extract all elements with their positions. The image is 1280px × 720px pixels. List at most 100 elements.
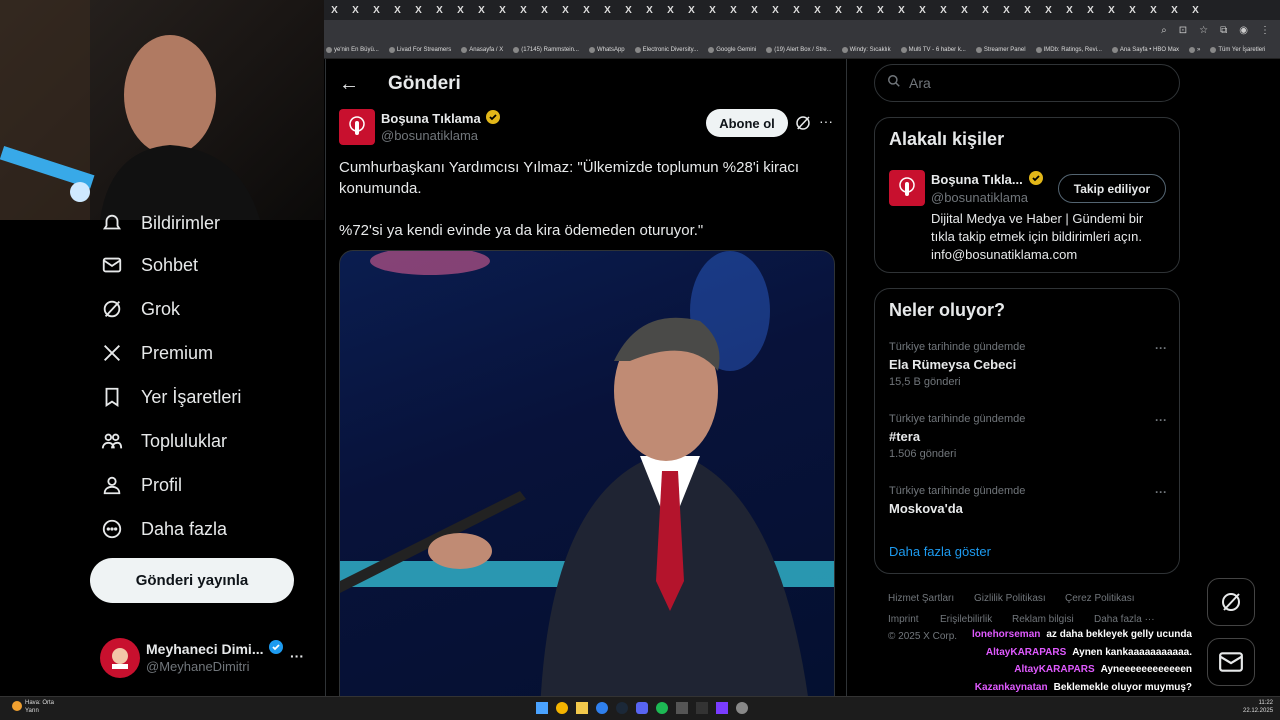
sidebar-item-grok[interactable]: Grok: [100, 297, 180, 321]
related-avatar[interactable]: [889, 170, 925, 206]
sidebar-item-profile[interactable]: Profil: [100, 473, 182, 497]
footer-terms[interactable]: Hizmet Şartları: [888, 593, 954, 604]
footer-cookies[interactable]: Çerez Politikası: [1065, 593, 1134, 604]
trend-item[interactable]: Türkiye tarihinde gündemde #tera 1.506 g…: [889, 413, 1169, 460]
browser-tab[interactable]: X: [870, 5, 891, 16]
profile-icon[interactable]: ◉: [1239, 25, 1248, 36]
show-more-link[interactable]: Daha fazla göster: [889, 544, 991, 559]
back-arrow-icon[interactable]: ←: [339, 73, 359, 96]
app-icon[interactable]: [676, 702, 688, 714]
trend-more-icon[interactable]: ···: [1155, 341, 1167, 355]
account-menu-button[interactable]: ···: [290, 648, 304, 664]
browser-tab[interactable]: X: [513, 5, 534, 16]
following-button[interactable]: Takip ediliyor: [1058, 174, 1166, 203]
bookmark-item[interactable]: WhatsApp: [588, 46, 625, 53]
related-name-row[interactable]: Boşuna Tıkla...: [931, 171, 1043, 188]
bookmark-item[interactable]: Multi TV - 6 haber k...: [900, 46, 966, 53]
browser-tab[interactable]: X: [1185, 5, 1206, 16]
app-icon[interactable]: [716, 702, 728, 714]
browser-tab[interactable]: X: [765, 5, 786, 16]
trend-more-icon[interactable]: ···: [1155, 413, 1167, 427]
grok-fab[interactable]: [1207, 578, 1255, 626]
discord-icon[interactable]: [636, 702, 648, 714]
bookmark-item[interactable]: Google Gemini: [708, 46, 756, 53]
weather-widget[interactable]: Hava: Orta Yarın: [25, 699, 54, 715]
post-button[interactable]: Gönderi yayınla: [90, 558, 294, 603]
browser-tab[interactable]: X: [387, 5, 408, 16]
browser-tab[interactable]: X: [408, 5, 429, 16]
obs-icon[interactable]: [736, 702, 748, 714]
footer-imprint[interactable]: Imprint: [888, 614, 919, 625]
browser-tab[interactable]: X: [597, 5, 618, 16]
account-name-row[interactable]: Meyhaneci Dimi...: [146, 640, 284, 657]
footer-more[interactable]: Daha fazla ···: [1094, 614, 1155, 625]
footer-accessibility[interactable]: Erişilebilirlik: [940, 614, 992, 625]
install-icon[interactable]: ⊡: [1179, 25, 1187, 36]
trend-item[interactable]: Türkiye tarihinde gündemde Ela Rümeysa C…: [889, 341, 1169, 388]
browser-tab[interactable]: X: [786, 5, 807, 16]
browser-tab[interactable]: X: [429, 5, 450, 16]
bookmark-item[interactable]: IMDb: Ratings, Revi...: [1035, 46, 1102, 53]
bookmark-item[interactable]: ye'nin En Büyü...: [326, 46, 379, 53]
footer-privacy[interactable]: Gizlilik Politikası: [974, 593, 1046, 604]
sidebar-item-more[interactable]: Daha fazla: [100, 517, 227, 541]
bookmark-item[interactable]: (17145) Rammstein...: [513, 46, 579, 53]
browser-tab[interactable]: X: [1122, 5, 1143, 16]
app-icon[interactable]: [596, 702, 608, 714]
spotify-icon[interactable]: [656, 702, 668, 714]
browser-tab[interactable]: X: [807, 5, 828, 16]
browser-tab[interactable]: X: [933, 5, 954, 16]
browser-tab[interactable]: X: [345, 5, 366, 16]
browser-tab[interactable]: X: [660, 5, 681, 16]
author-name-row[interactable]: Boşuna Tıklama: [381, 110, 500, 127]
post-more-button[interactable]: ···: [819, 113, 833, 129]
browser-tab[interactable]: X: [618, 5, 639, 16]
trend-item[interactable]: Türkiye tarihinde gündemde Moskova'da ··…: [889, 485, 1169, 516]
sidebar-item-premium[interactable]: Premium: [100, 341, 213, 365]
post-image[interactable]: [339, 250, 835, 696]
browser-tab[interactable]: X: [639, 5, 660, 16]
trend-more-icon[interactable]: ···: [1155, 485, 1167, 499]
browser-tab[interactable]: X: [1080, 5, 1101, 16]
author-avatar[interactable]: [339, 109, 375, 145]
browser-tab[interactable]: X: [534, 5, 555, 16]
browser-tab[interactable]: X: [996, 5, 1017, 16]
browser-tab[interactable]: X: [555, 5, 576, 16]
browser-tab[interactable]: X: [744, 5, 765, 16]
browser-tab[interactable]: X: [702, 5, 723, 16]
sidebar-item-bookmarks[interactable]: Yer İşaretleri: [100, 385, 241, 409]
menu-icon[interactable]: ⋮: [1260, 25, 1270, 36]
bookmark-item[interactable]: Livad For Streamers: [388, 46, 451, 53]
browser-tab[interactable]: X: [828, 5, 849, 16]
app-icon[interactable]: [696, 702, 708, 714]
footer-ads[interactable]: Reklam bilgisi: [1012, 614, 1074, 625]
steam-icon[interactable]: [616, 702, 628, 714]
browser-tab[interactable]: X: [849, 5, 870, 16]
browser-tab[interactable]: X: [912, 5, 933, 16]
bookmark-item[interactable]: Electronic Diversity...: [634, 46, 698, 53]
browser-tab[interactable]: X: [891, 5, 912, 16]
bookmark-item[interactable]: Streamer Panel: [975, 46, 1026, 53]
browser-tab[interactable]: X: [954, 5, 975, 16]
bookmark-item[interactable]: Tüm Yer İşaretleri: [1210, 46, 1265, 53]
sidebar-item-communities[interactable]: Topluluklar: [100, 429, 227, 453]
browser-tab[interactable]: X: [723, 5, 744, 16]
browser-tab[interactable]: X: [975, 5, 996, 16]
star-icon[interactable]: ☆: [1199, 25, 1208, 36]
browser-tab[interactable]: X: [1143, 5, 1164, 16]
browser-tab[interactable]: X: [1059, 5, 1080, 16]
sidebar-item-chat[interactable]: Sohbet: [100, 253, 198, 277]
search-box[interactable]: Ara: [874, 64, 1180, 102]
search-input[interactable]: Ara: [909, 75, 931, 91]
browser-tab[interactable]: X: [492, 5, 513, 16]
zoom-icon[interactable]: ⌕: [1161, 25, 1167, 36]
browser-tab[interactable]: X: [1101, 5, 1122, 16]
bookmark-item[interactable]: Ana Sayfa • HBO Max: [1111, 46, 1179, 53]
account-avatar[interactable]: [100, 638, 140, 678]
browser-tab[interactable]: X: [681, 5, 702, 16]
browser-tab[interactable]: X: [471, 5, 492, 16]
browser-tab[interactable]: X: [366, 5, 387, 16]
clock[interactable]: 11:22 22.12.2025: [1243, 699, 1273, 715]
browser-tab[interactable]: X: [324, 5, 345, 16]
sidebar-item-notifications[interactable]: Bildirimler: [100, 211, 220, 235]
